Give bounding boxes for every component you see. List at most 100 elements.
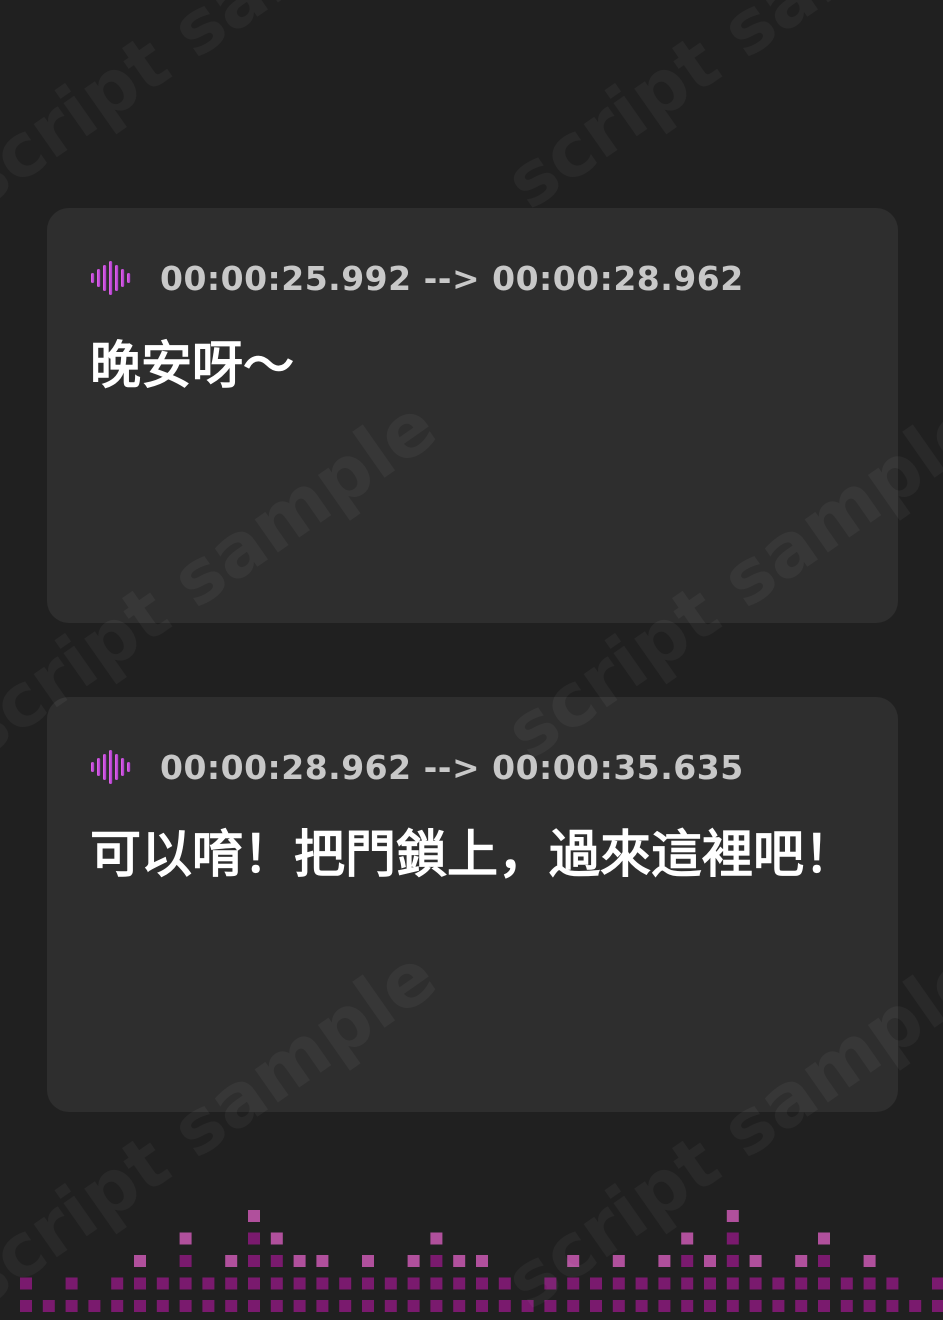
equalizer-block	[453, 1277, 466, 1290]
timestamp: 00:00:28.962 --> 00:00:35.635	[160, 747, 744, 787]
equalizer-block	[407, 1300, 420, 1312]
equalizer-block	[795, 1255, 808, 1267]
equalizer-block	[521, 1300, 534, 1312]
equalizer-block	[681, 1255, 694, 1267]
equalizer-block	[749, 1300, 762, 1312]
equalizer-block	[795, 1277, 808, 1290]
equalizer-block	[293, 1277, 306, 1290]
equalizer-block	[658, 1255, 671, 1267]
equalizer-block	[544, 1300, 557, 1312]
equalizer-block	[612, 1255, 625, 1267]
equalizer-decoration	[20, 1210, 943, 1312]
equalizer-block	[772, 1300, 785, 1312]
equalizer-block	[932, 1300, 943, 1312]
equalizer-block	[886, 1300, 899, 1312]
equalizer-block	[293, 1255, 306, 1267]
equalizer-block	[111, 1300, 124, 1312]
equalizer-block	[544, 1277, 557, 1290]
equalizer-block	[704, 1277, 716, 1290]
watermark-text: script sample	[491, 0, 943, 226]
equalizer-block	[20, 1277, 32, 1290]
equalizer-block	[704, 1300, 716, 1312]
equalizer-block	[567, 1277, 580, 1290]
equalizer-block	[863, 1300, 876, 1312]
subtitle-card: 00:00:25.992 --> 00:00:28.962 晚安呀～	[47, 208, 898, 623]
equalizer-block	[225, 1277, 238, 1290]
equalizer-block	[156, 1277, 169, 1290]
equalizer-block	[658, 1300, 671, 1312]
equalizer-block	[134, 1300, 146, 1312]
equalizer-block	[590, 1277, 602, 1290]
equalizer-block	[384, 1300, 397, 1312]
equalizer-block	[863, 1277, 876, 1290]
equalizer-block	[476, 1255, 488, 1267]
equalizer-block	[407, 1255, 420, 1267]
equalizer-block	[886, 1277, 899, 1290]
equalizer-block	[156, 1300, 169, 1312]
equalizer-block	[179, 1232, 192, 1245]
equalizer-block	[42, 1300, 55, 1312]
sound-wave-icon	[91, 750, 131, 784]
equalizer-block	[863, 1255, 876, 1267]
equalizer-block	[270, 1277, 283, 1290]
equalizer-block	[453, 1300, 466, 1312]
sound-wave-icon	[91, 261, 131, 295]
equalizer-block	[681, 1232, 694, 1245]
equalizer-block	[453, 1255, 466, 1267]
equalizer-block	[248, 1300, 260, 1312]
equalizer-block	[384, 1277, 397, 1290]
equalizer-block	[202, 1300, 215, 1312]
equalizer-block	[818, 1277, 830, 1290]
equalizer-block	[818, 1232, 830, 1245]
equalizer-block	[248, 1277, 260, 1290]
equalizer-block	[612, 1277, 625, 1290]
equalizer-block	[202, 1277, 215, 1290]
equalizer-block	[339, 1300, 352, 1312]
equalizer-block	[749, 1255, 762, 1267]
equalizer-block	[362, 1255, 374, 1267]
equalizer-block	[65, 1277, 78, 1290]
equalizer-block	[270, 1232, 283, 1245]
equalizer-block	[635, 1277, 648, 1290]
equalizer-block	[316, 1255, 329, 1267]
subtitle-card: 00:00:28.962 --> 00:00:35.635 可以唷！把門鎖上，過…	[47, 697, 898, 1112]
equalizer-block	[430, 1300, 443, 1312]
equalizer-block	[339, 1277, 352, 1290]
subtitle-text: 可以唷！把門鎖上，過來這裡吧！	[90, 826, 856, 885]
equalizer-block	[932, 1277, 943, 1290]
equalizer-block	[407, 1277, 420, 1290]
equalizer-block	[316, 1300, 329, 1312]
equalizer-block	[590, 1300, 602, 1312]
equalizer-block	[726, 1255, 739, 1267]
equalizer-block	[726, 1300, 739, 1312]
equalizer-block	[225, 1300, 238, 1312]
equalizer-block	[726, 1210, 739, 1222]
equalizer-block	[795, 1300, 808, 1312]
equalizer-block	[818, 1255, 830, 1267]
equalizer-block	[134, 1277, 146, 1290]
equalizer-block	[430, 1255, 443, 1267]
equalizer-block	[293, 1300, 306, 1312]
equalizer-block	[726, 1232, 739, 1245]
equalizer-block	[658, 1277, 671, 1290]
equalizer-block	[681, 1277, 694, 1290]
equalizer-block	[635, 1300, 648, 1312]
equalizer-block	[476, 1277, 488, 1290]
equalizer-block	[20, 1300, 32, 1312]
equalizer-block	[179, 1300, 192, 1312]
equalizer-block	[316, 1277, 329, 1290]
equalizer-block	[88, 1300, 101, 1312]
equalizer-block	[134, 1255, 146, 1267]
equalizer-block	[704, 1255, 716, 1267]
equalizer-block	[430, 1232, 443, 1245]
timestamp-row: 00:00:28.962 --> 00:00:35.635	[89, 747, 744, 787]
equalizer-block	[567, 1255, 580, 1267]
equalizer-block	[840, 1300, 853, 1312]
equalizer-block	[248, 1255, 260, 1267]
equalizer-block	[225, 1255, 238, 1267]
equalizer-block	[430, 1277, 443, 1290]
equalizer-block	[248, 1210, 260, 1222]
equalizer-block	[612, 1300, 625, 1312]
equalizer-block	[270, 1300, 283, 1312]
equalizer-block	[909, 1300, 922, 1312]
